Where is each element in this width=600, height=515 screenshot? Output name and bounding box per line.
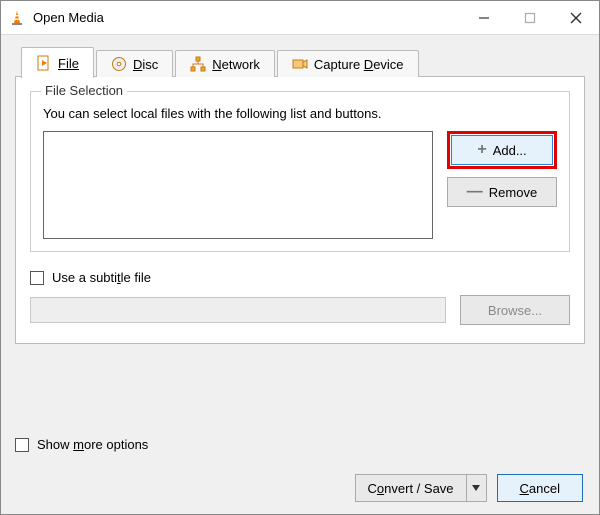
file-icon bbox=[36, 55, 52, 71]
close-button[interactable] bbox=[553, 1, 599, 34]
tab-file-label: File bbox=[58, 56, 79, 71]
tab-disc[interactable]: Disc bbox=[96, 50, 173, 77]
tab-disc-label: Disc bbox=[133, 57, 158, 72]
open-media-window: Open Media File bbox=[0, 0, 600, 515]
minus-icon: — bbox=[467, 184, 483, 200]
add-button[interactable]: + Add... bbox=[451, 135, 553, 165]
maximize-icon bbox=[524, 12, 536, 24]
tab-network[interactable]: Network bbox=[175, 50, 275, 77]
more-options-label: Show more options bbox=[37, 437, 148, 452]
lower-area: Show more options Convert / Save Cancel bbox=[1, 431, 599, 514]
subtitle-checkbox-label: Use a subtitle file bbox=[52, 270, 151, 285]
convert-save-split-button: Convert / Save bbox=[355, 474, 487, 502]
cancel-button[interactable]: Cancel bbox=[497, 474, 583, 502]
cancel-button-label: Cancel bbox=[520, 481, 560, 496]
tab-capture-device[interactable]: Capture Device bbox=[277, 50, 419, 77]
minimize-icon bbox=[478, 12, 490, 24]
subtitle-checkbox[interactable] bbox=[30, 271, 44, 285]
window-title: Open Media bbox=[33, 10, 104, 25]
more-options-checkbox[interactable] bbox=[15, 438, 29, 452]
disc-icon bbox=[111, 56, 127, 72]
tab-capture-device-label: Capture Device bbox=[314, 57, 404, 72]
file-selection-group: File Selection You can select local file… bbox=[30, 91, 570, 252]
convert-save-button[interactable]: Convert / Save bbox=[355, 474, 467, 502]
subtitle-path-input bbox=[30, 297, 446, 323]
remove-button-label: Remove bbox=[489, 185, 537, 200]
browse-button: Browse... bbox=[460, 295, 570, 325]
browse-button-label: Browse... bbox=[488, 303, 542, 318]
remove-button[interactable]: — Remove bbox=[447, 177, 557, 207]
content-area: File Disc Network Capture Device bbox=[1, 35, 599, 431]
plus-icon: + bbox=[477, 142, 486, 158]
add-button-label: Add... bbox=[493, 143, 527, 158]
tab-network-label: Network bbox=[212, 57, 260, 72]
file-list[interactable] bbox=[43, 131, 433, 239]
maximize-button[interactable] bbox=[507, 1, 553, 34]
network-icon bbox=[190, 56, 206, 72]
convert-save-label: Convert / Save bbox=[368, 481, 454, 496]
file-selection-legend: File Selection bbox=[41, 83, 127, 98]
capture-device-icon bbox=[292, 56, 308, 72]
footer-buttons: Convert / Save Cancel bbox=[15, 474, 585, 502]
tab-file[interactable]: File bbox=[21, 47, 94, 78]
file-selection-hint: You can select local files with the foll… bbox=[43, 106, 557, 121]
tabs-row: File Disc Network Capture Device bbox=[15, 45, 585, 77]
subtitle-checkbox-row: Use a subtitle file bbox=[30, 270, 570, 285]
minimize-button[interactable] bbox=[461, 1, 507, 34]
titlebar: Open Media bbox=[1, 1, 599, 35]
add-button-highlight: + Add... bbox=[447, 131, 557, 169]
vlc-cone-icon bbox=[9, 10, 25, 26]
tab-panel-file: File Selection You can select local file… bbox=[15, 76, 585, 344]
convert-save-dropdown[interactable] bbox=[467, 474, 487, 502]
window-controls bbox=[461, 1, 599, 34]
close-icon bbox=[570, 12, 582, 24]
chevron-down-icon bbox=[472, 484, 480, 492]
